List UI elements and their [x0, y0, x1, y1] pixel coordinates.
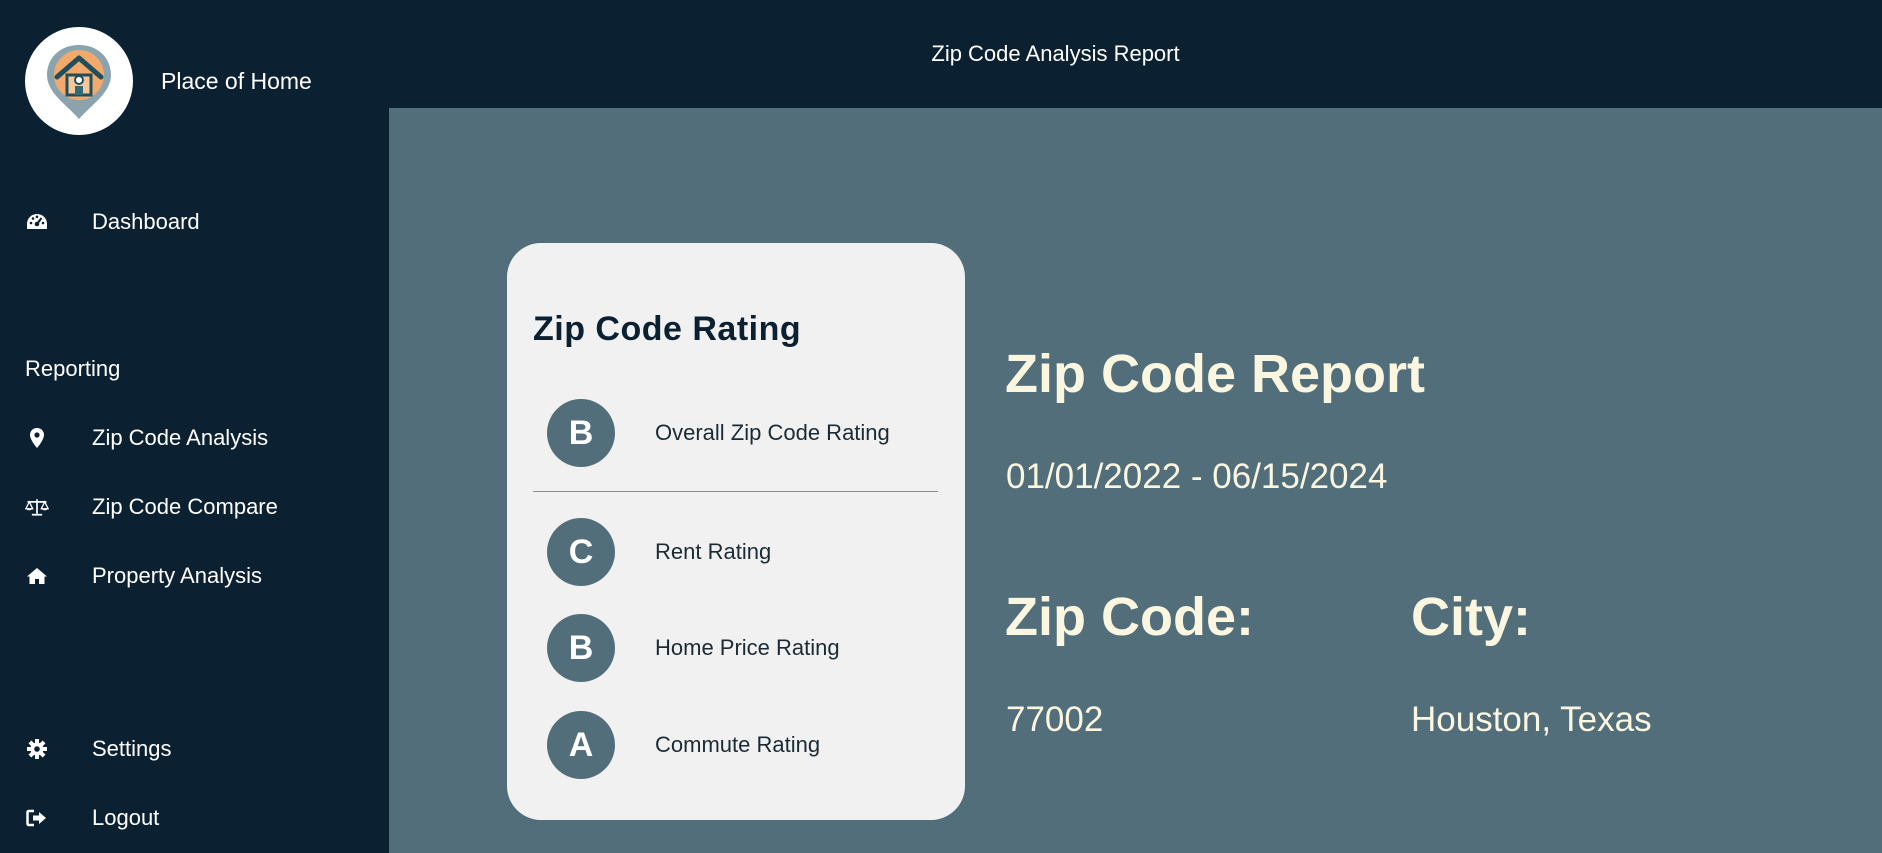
main-content: Zip Code Rating B Overall Zip Code Ratin…	[389, 108, 1882, 853]
city-label: City:	[1411, 587, 1531, 647]
nav-logout-label: Logout	[92, 805, 160, 830]
date-range: 01/01/2022 - 06/15/2024	[1006, 457, 1388, 496]
grade-badge: B	[547, 399, 615, 467]
rating-row-overall: B Overall Zip Code Rating	[547, 399, 890, 467]
brand-name: Place of Home	[161, 67, 312, 94]
nav-logout[interactable]: Logout	[25, 805, 159, 830]
grade-badge: B	[547, 614, 615, 682]
nav-settings[interactable]: Settings	[25, 736, 172, 761]
rating-label: Home Price Rating	[655, 635, 840, 660]
rating-label: Overall Zip Code Rating	[655, 420, 890, 445]
map-marker-icon	[25, 426, 49, 450]
nav-settings-label: Settings	[92, 736, 172, 761]
grade-badge: A	[547, 711, 615, 779]
house-pin-logo-icon	[47, 45, 111, 119]
nav-property-analysis-label: Property Analysis	[92, 563, 262, 588]
zip-code-value: 77002	[1006, 700, 1104, 739]
rating-label: Commute Rating	[655, 732, 821, 757]
top-header: Zip Code Analysis Report	[389, 0, 1882, 108]
brand[interactable]: Place of Home	[25, 27, 312, 135]
zip-code-label: Zip Code:	[1005, 587, 1254, 647]
divider	[533, 491, 938, 492]
logo	[25, 27, 133, 135]
nav-zip-code-analysis[interactable]: Zip Code Analysis	[25, 425, 268, 450]
gear-icon	[25, 737, 49, 761]
header-title: Zip Code Analysis Report	[931, 41, 1180, 66]
sidebar: Place of Home Dashboard Reporting Zip Co…	[0, 0, 389, 853]
rating-label: Rent Rating	[655, 539, 772, 564]
zip-code-rating-card: Zip Code Rating B Overall Zip Code Ratin…	[507, 243, 965, 820]
grade-badge: C	[547, 518, 615, 586]
section-label-reporting: Reporting	[25, 356, 121, 381]
nav-zip-code-compare-label: Zip Code Compare	[92, 494, 278, 519]
home-icon	[25, 564, 49, 588]
report-title: Zip Code Report	[1005, 344, 1425, 404]
city-value: Houston, Texas	[1411, 700, 1652, 739]
nav-dashboard[interactable]: Dashboard	[25, 209, 200, 234]
sign-out-icon	[25, 806, 49, 830]
balance-scale-icon	[25, 495, 49, 519]
nav-dashboard-label: Dashboard	[92, 209, 200, 234]
nav-zip-code-analysis-label: Zip Code Analysis	[92, 425, 269, 450]
card-title: Zip Code Rating	[533, 310, 802, 348]
dashboard-gauge-icon	[25, 210, 49, 234]
rating-row-rent: C Rent Rating	[547, 518, 771, 586]
nav-zip-code-compare[interactable]: Zip Code Compare	[25, 494, 278, 519]
rating-row-home-price: B Home Price Rating	[547, 614, 840, 682]
rating-row-commute: A Commute Rating	[547, 711, 820, 779]
nav-property-analysis[interactable]: Property Analysis	[25, 563, 262, 588]
